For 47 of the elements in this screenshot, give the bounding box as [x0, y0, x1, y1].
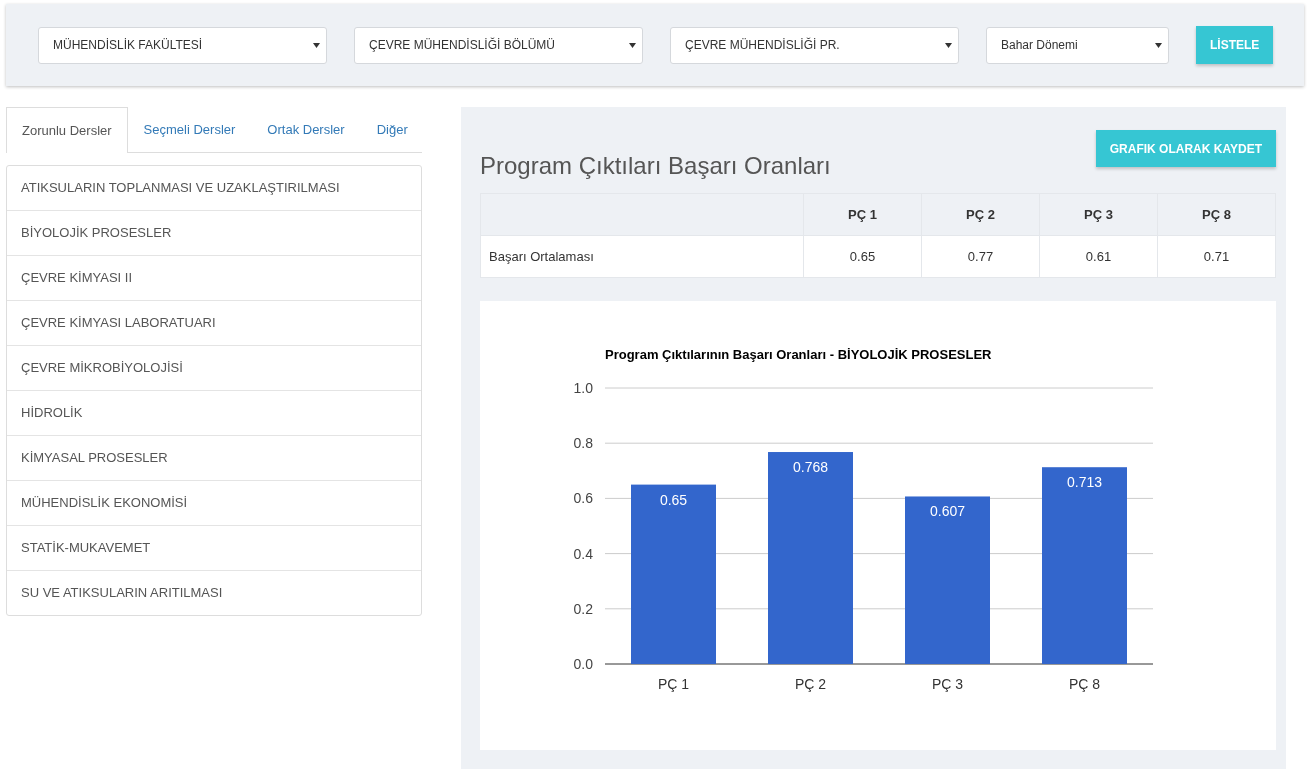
caret-icon: [1155, 42, 1162, 48]
chart-title: Program Çıktılarının Başarı Oranları - BİYOLOJİK PROSESLER: [605, 347, 992, 362]
caret-icon: [313, 42, 320, 48]
caret-icon: [945, 42, 952, 48]
dropdown[interactable]: ÇEVRE MÜHENDİSLİĞİ BÖLÜMÜ: [354, 26, 643, 64]
course-item[interactable]: SU VE ATIKSULARIN ARITILMASI: [7, 570, 421, 615]
panel-title: Program Çıktıları Başarı Oranları: [480, 152, 831, 180]
column-header: PÇ 8: [1157, 193, 1276, 236]
course-item[interactable]: STATİK-MUKAVEMET: [7, 525, 421, 570]
course-item[interactable]: ATIKSULARIN TOPLANMASI VE UZAKLAŞTIRILMASI: [7, 166, 421, 210]
y-tick-label: 1.0: [573, 380, 593, 396]
tab[interactable]: Seçmeli Dersler: [127, 107, 252, 152]
y-tick-label: 0.2: [573, 600, 593, 617]
column-header: PÇ 2: [921, 193, 1040, 236]
table-cell: 0.65: [803, 235, 922, 278]
bar-value-label: 0.768: [793, 459, 828, 476]
table-cell: 0.61: [1039, 235, 1158, 278]
y-tick-label: 0.8: [573, 435, 593, 452]
tab[interactable]: Ortak Dersler: [251, 107, 361, 152]
table-cell: 0.71: [1157, 235, 1276, 278]
course-item[interactable]: MÜHENDİSLİK EKONOMİSİ: [7, 480, 421, 525]
x-category-label: PÇ 2: [794, 676, 827, 692]
bar-value-label: 0.65: [659, 491, 688, 508]
y-tick-label: 0.4: [573, 545, 593, 562]
course-item[interactable]: HİDROLİK: [7, 390, 421, 435]
y-tick-label: 0.0: [573, 656, 593, 672]
dropdown[interactable]: MÜHENDİSLİK FAKÜLTESİ: [38, 26, 327, 64]
column-header: PÇ 3: [1039, 193, 1158, 236]
x-category-label: PÇ 3: [931, 676, 964, 692]
row-label: Başarı Ortalaması: [480, 235, 804, 278]
dropdown[interactable]: Bahar Dönemi: [986, 26, 1169, 64]
y-tick-label: 0.6: [573, 490, 593, 507]
dropdown[interactable]: ÇEVRE MÜHENDİSLİĞİ PR.: [670, 26, 959, 64]
x-category-label: PÇ 8: [1068, 676, 1101, 692]
bar-value-label: 0.607: [930, 503, 965, 520]
course-item[interactable]: ÇEVRE MİKROBİYOLOJİSİ: [7, 345, 421, 390]
table-cell: 0.77: [921, 235, 1040, 278]
tab[interactable]: Diğer: [360, 107, 424, 152]
course-item[interactable]: KİMYASAL PROSESLER: [7, 435, 421, 480]
course-item[interactable]: ÇEVRE KİMYASI II: [7, 255, 421, 300]
tab[interactable]: Zorunlu Dersler: [6, 107, 128, 153]
column-header: PÇ 1: [803, 193, 922, 236]
x-category-label: PÇ 1: [657, 676, 690, 692]
course-item[interactable]: BİYOLOJİK PROSESLER: [7, 210, 421, 255]
course-item[interactable]: ÇEVRE KİMYASI LABORATUARI: [7, 300, 421, 345]
caret-icon: [629, 42, 636, 48]
bar-value-label: 0.713: [1067, 474, 1102, 491]
